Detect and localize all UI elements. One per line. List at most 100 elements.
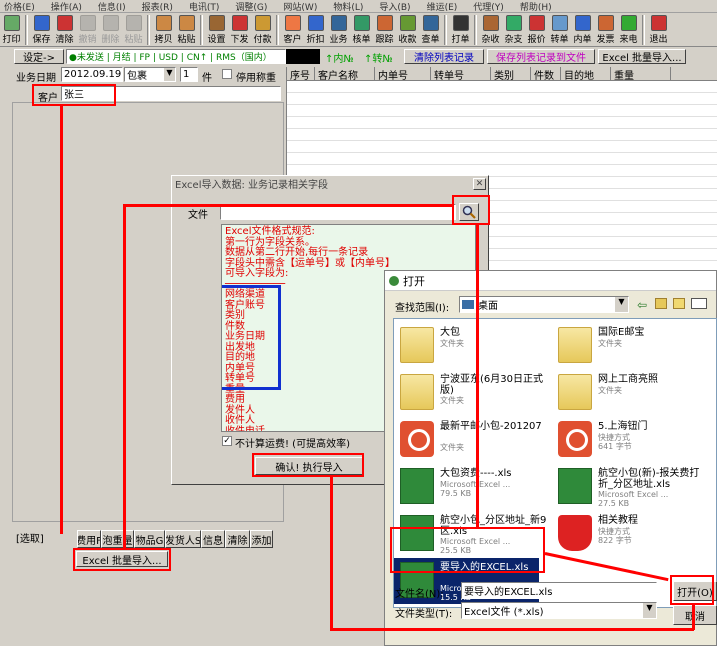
- toolbar-icon: [330, 15, 347, 31]
- grid-header-cell[interactable]: 客户名称: [315, 67, 375, 80]
- toolbar-icon: [482, 15, 499, 31]
- toolbar-button-16[interactable]: 收款: [396, 13, 419, 46]
- filetype-select[interactable]: Excel文件 (*.xls) ▼: [461, 602, 657, 619]
- count-field[interactable]: 1: [180, 67, 198, 82]
- menu-item[interactable]: 物料(L): [329, 0, 363, 12]
- toolbar-button-6[interactable]: 拷贝: [152, 13, 175, 46]
- file-item[interactable]: 大包资费----.xlsMicrosoft Excel ...79.5 KB: [394, 464, 544, 510]
- table-row[interactable]: [287, 105, 717, 117]
- file-item[interactable]: 航空小包(新)-报关费打折_分区地址.xls Microsoft Excel ..…: [552, 464, 702, 510]
- save-list-label: 保存列表记录到文件: [496, 53, 586, 64]
- toolbar-button-11[interactable]: 客户: [281, 13, 304, 46]
- excel-import-top-button[interactable]: Excel 批量导入...: [598, 49, 686, 64]
- toolbar-button-20[interactable]: 杂支: [502, 13, 525, 46]
- grid-header-cell[interactable]: 类别: [491, 67, 531, 80]
- bottom-tab-3[interactable]: 发货人S: [165, 530, 201, 548]
- table-row[interactable]: [287, 117, 717, 129]
- date-field[interactable]: 2012.09.19: [61, 67, 123, 82]
- grid-header-cell[interactable]: 重量: [611, 67, 671, 80]
- toolbar-button-0[interactable]: 打印: [0, 13, 23, 46]
- toolbar-button-18[interactable]: 打单: [449, 13, 472, 46]
- lookin-select[interactable]: 桌面 ▼: [459, 296, 629, 313]
- toolbar-button-13[interactable]: 业务: [327, 13, 350, 46]
- back-icon[interactable]: ⇦: [637, 298, 647, 312]
- toolbar-icon: [3, 15, 20, 31]
- menu-item[interactable]: 调整(G): [231, 0, 267, 12]
- toolbar-button-14[interactable]: 核单: [350, 13, 373, 46]
- file-item[interactable]: 宁波亚东(6月30日正式版) 文件夹: [394, 370, 544, 416]
- file-item[interactable]: 最新平邮小包-201207 文件夹: [394, 417, 544, 463]
- table-row[interactable]: [287, 81, 717, 93]
- no-freight-checkbox[interactable]: ✓: [222, 436, 232, 446]
- menu-item[interactable]: 维运(E): [423, 0, 458, 12]
- menu-item[interactable]: 报表(R): [138, 0, 173, 12]
- toolbar-button-3[interactable]: 撤销: [76, 13, 99, 46]
- menu-item[interactable]: 电讯(T): [185, 0, 220, 12]
- menu-item[interactable]: 信息(I): [94, 0, 126, 12]
- file-item[interactable]: 国际E邮宝 文件夹: [552, 323, 702, 369]
- file-item[interactable]: 网上工商亮照 文件夹: [552, 370, 702, 416]
- grid-header-cell[interactable]: 目的地: [561, 67, 611, 80]
- bottom-tab-2[interactable]: 物品G: [134, 530, 165, 548]
- grid-header-cell[interactable]: 内单号: [375, 67, 431, 80]
- file-item[interactable]: 相关教程 快捷方式 822 字节: [552, 511, 702, 557]
- menu-item[interactable]: 导入(B): [375, 0, 410, 12]
- bottom-tab-4[interactable]: 信息: [201, 530, 225, 548]
- toolbar-label: 杂收: [481, 35, 500, 45]
- filename-field[interactable]: 要导入的EXCEL.xls: [461, 582, 657, 599]
- toolbar-button-17[interactable]: 查单: [419, 13, 442, 46]
- close-icon[interactable]: ✕: [473, 177, 486, 190]
- toolbar-separator: [642, 15, 645, 45]
- save-list-button[interactable]: 保存列表记录到文件: [487, 49, 595, 64]
- toolbar-button-2[interactable]: 清除: [53, 13, 76, 46]
- clear-list-button[interactable]: 清除列表记录: [404, 49, 484, 64]
- view-menu-icon[interactable]: [691, 298, 707, 309]
- menu-item[interactable]: 网站(W): [279, 0, 317, 12]
- toolbar-button-7[interactable]: 粘贴: [175, 13, 198, 46]
- toolbar-button-19[interactable]: 杂收: [479, 13, 502, 46]
- toolbar-label: 收款: [398, 35, 417, 45]
- cancel-button[interactable]: 取消: [673, 605, 717, 625]
- grid-header-cell[interactable]: 序号: [287, 67, 315, 80]
- menu-item[interactable]: 帮助(H): [516, 0, 552, 12]
- toolbar-button-1[interactable]: 保存: [30, 13, 53, 46]
- toolbar-button-9[interactable]: 下发: [228, 13, 251, 46]
- grid-header-cell[interactable]: 转单号: [431, 67, 491, 80]
- menu-item[interactable]: 价格(E): [0, 0, 35, 12]
- settings-button[interactable]: 设定->: [14, 49, 64, 64]
- toolbar-button-8[interactable]: 设置: [205, 13, 228, 46]
- table-row[interactable]: [287, 93, 717, 105]
- menu-item[interactable]: 操作(A): [47, 0, 82, 12]
- toolbar-button-21[interactable]: 报价: [525, 13, 548, 46]
- toolbar-button-5[interactable]: 粘贴: [122, 13, 145, 46]
- toolbar-button-10[interactable]: 付款: [251, 13, 274, 46]
- bottom-tab-6[interactable]: 添加: [250, 530, 273, 548]
- toolbar-button-26[interactable]: 退出: [647, 13, 670, 46]
- toolbar-button-24[interactable]: 发票: [594, 13, 617, 46]
- menu-item[interactable]: 代理(Y): [469, 0, 504, 12]
- toolbar-button-25[interactable]: 来电: [617, 13, 640, 46]
- in-no-toggle[interactable]: ↑内№: [325, 50, 354, 65]
- grid-header-cell[interactable]: 件数: [531, 67, 561, 80]
- bottom-tab-0[interactable]: 费用F: [77, 530, 101, 548]
- up-folder-icon[interactable]: [655, 298, 667, 309]
- table-row[interactable]: [287, 153, 717, 165]
- pack-select[interactable]: 包裹 ▼: [124, 67, 176, 82]
- toolbar-button-23[interactable]: 内单: [571, 13, 594, 46]
- file-item[interactable]: 5.上海钮门 快捷方式 641 字节: [552, 417, 702, 463]
- toolbar-button-15[interactable]: 跟踪: [373, 13, 396, 46]
- new-folder-icon[interactable]: [673, 298, 685, 309]
- stop-weigh-checkbox[interactable]: [222, 69, 232, 79]
- out-no-toggle[interactable]: ↑转№: [364, 50, 393, 65]
- toolbar-button-4[interactable]: 删除: [99, 13, 122, 46]
- file-item[interactable]: 大包 文件夹: [394, 323, 544, 369]
- toolbar-button-22[interactable]: 转单: [548, 13, 571, 46]
- bottom-tab-1[interactable]: 泡重量: [101, 530, 134, 548]
- table-row[interactable]: [287, 141, 717, 153]
- stop-weigh-label: 停用称重: [236, 73, 276, 84]
- count-value: 1: [183, 69, 190, 80]
- table-row[interactable]: [287, 129, 717, 141]
- bottom-tab-5[interactable]: 清除: [225, 530, 250, 548]
- date-label: 业务日期: [16, 73, 56, 84]
- toolbar-button-12[interactable]: 折扣: [304, 13, 327, 46]
